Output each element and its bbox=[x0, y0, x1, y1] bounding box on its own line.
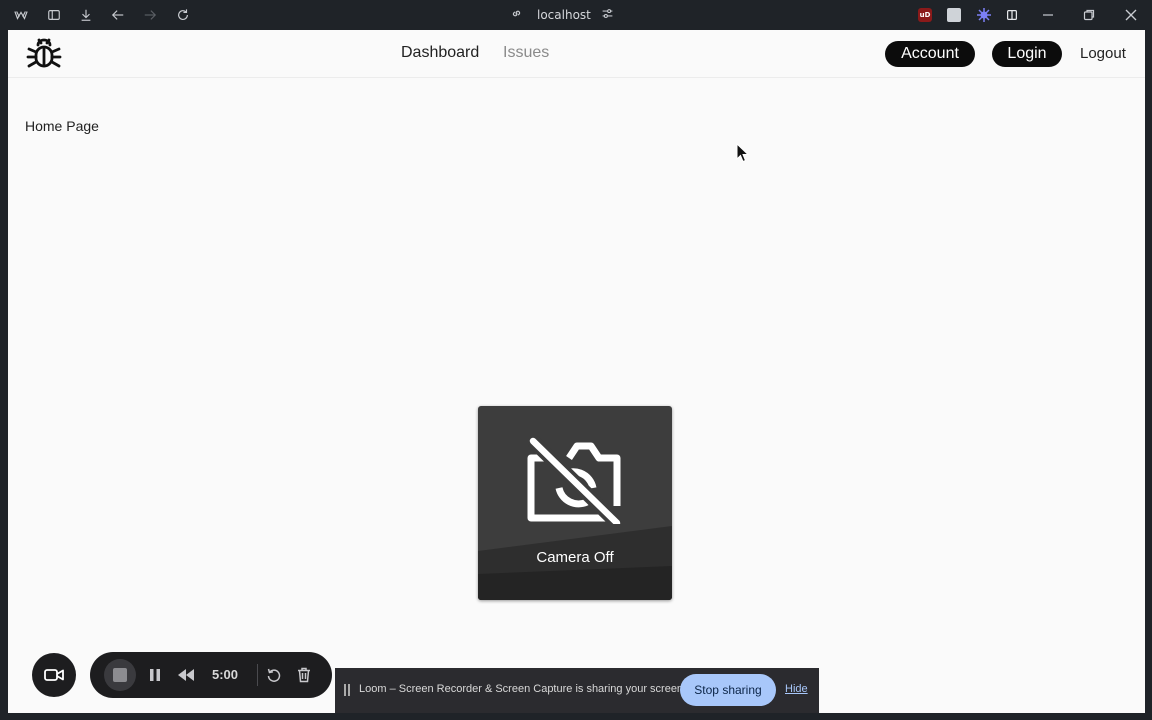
mouse-cursor-icon bbox=[736, 143, 750, 163]
camera-off-icon bbox=[527, 436, 622, 524]
camera-preview-card: Camera Off bbox=[478, 406, 672, 600]
loom-stop-button[interactable] bbox=[104, 659, 136, 691]
stop-sharing-button[interactable]: Stop sharing bbox=[680, 674, 776, 706]
close-window-icon[interactable] bbox=[1124, 7, 1138, 21]
restore-icon[interactable] bbox=[1082, 7, 1096, 21]
ublock-extension-icon[interactable]: uD bbox=[918, 8, 932, 22]
address-bar[interactable]: localhost bbox=[510, 6, 614, 24]
account-button[interactable]: Account bbox=[885, 41, 975, 67]
nav-dashboard-link[interactable]: Dashboard bbox=[401, 44, 479, 62]
image-extension-icon[interactable] bbox=[947, 8, 961, 22]
loom-divider bbox=[257, 664, 258, 686]
sun-extension-icon[interactable] bbox=[976, 7, 992, 23]
hide-notice-link[interactable]: Hide bbox=[785, 683, 808, 695]
logout-button[interactable]: Logout bbox=[1080, 45, 1126, 62]
site-settings-icon[interactable] bbox=[601, 7, 614, 23]
nav-issues-link[interactable]: Issues bbox=[503, 44, 549, 62]
loom-timer: 5:00 bbox=[212, 667, 239, 682]
app-navbar: Dashboard Issues Account Login Logout bbox=[8, 30, 1145, 78]
share-notice-text: Loom – Screen Recorder & Screen Capture … bbox=[359, 683, 687, 695]
drag-handle-icon[interactable] bbox=[344, 684, 350, 696]
back-icon[interactable] bbox=[110, 7, 126, 23]
browser-toolbar: localhost uD bbox=[0, 0, 1152, 30]
split-view-icon[interactable] bbox=[1004, 7, 1020, 23]
sidebar-toggle-icon[interactable] bbox=[46, 7, 62, 23]
link-icon bbox=[510, 7, 523, 23]
workspaces-icon[interactable] bbox=[13, 7, 29, 23]
page-heading: Home Page bbox=[25, 118, 99, 134]
loom-control-bar: 5:00 bbox=[90, 652, 332, 698]
stop-icon bbox=[113, 668, 127, 682]
pause-icon[interactable] bbox=[146, 666, 164, 684]
restart-icon[interactable] bbox=[265, 666, 283, 684]
forward-icon[interactable] bbox=[142, 7, 158, 23]
screen-share-notice: Loom – Screen Recorder & Screen Capture … bbox=[335, 668, 819, 713]
trash-icon[interactable] bbox=[295, 666, 313, 684]
minimize-icon[interactable] bbox=[1041, 7, 1055, 21]
login-button[interactable]: Login bbox=[992, 41, 1062, 67]
page-viewport: Dashboard Issues Account Login Logout Ho… bbox=[8, 30, 1145, 713]
video-camera-icon bbox=[44, 669, 64, 681]
url-text[interactable]: localhost bbox=[537, 8, 591, 22]
reload-icon[interactable] bbox=[175, 7, 191, 23]
loom-camera-toggle[interactable] bbox=[32, 653, 76, 697]
camera-off-label: Camera Off bbox=[536, 549, 614, 566]
download-icon[interactable] bbox=[78, 7, 94, 23]
bug-logo-icon[interactable] bbox=[26, 36, 62, 72]
rewind-icon[interactable] bbox=[177, 666, 195, 684]
